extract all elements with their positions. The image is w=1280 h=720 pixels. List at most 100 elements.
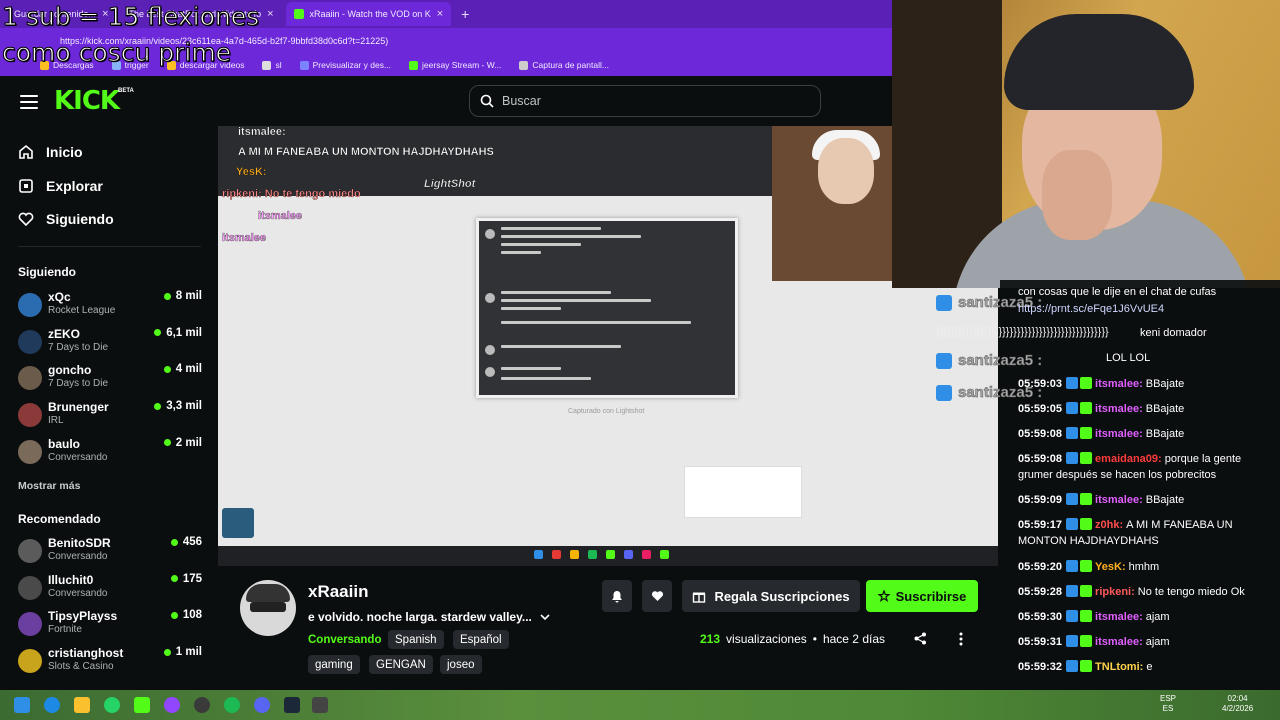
share-icon[interactable]	[914, 632, 927, 645]
chat-username[interactable]: itsmalee:	[1095, 494, 1143, 506]
separator: •	[812, 632, 817, 646]
sidebar-channel[interactable]: Brunenger IRL 3,3 mil	[18, 400, 204, 434]
whatsapp-icon[interactable]	[104, 697, 120, 713]
clock[interactable]: 02:04 4/2/2026	[1222, 694, 1253, 714]
live-dot-icon	[163, 648, 171, 656]
chevron-down-icon[interactable]	[540, 613, 550, 621]
tag-chip[interactable]: GENGAN	[369, 655, 433, 674]
edge-icon[interactable]	[44, 697, 60, 713]
chat-spam: }}}}}}}}}}}}}}}}}}}}}}}}}}}}}}}}}}}}}}}}…	[936, 326, 1109, 338]
nav-home[interactable]: Inicio	[18, 144, 83, 160]
bookmark-item[interactable]: Captura de pantall...	[519, 60, 609, 70]
new-tab-icon[interactable]: +	[455, 6, 475, 22]
search-box[interactable]	[469, 85, 821, 117]
channel-name[interactable]: xRaaiin	[308, 582, 368, 602]
chat-username[interactable]: ripkeni:	[1095, 586, 1135, 598]
app-icon[interactable]	[312, 697, 328, 713]
chat-link[interactable]: https://prnt.sc/eFqe1J6VvUE4	[1018, 301, 1266, 317]
video-chat-line: YesK:	[236, 166, 267, 178]
beta-label: BETA	[118, 88, 134, 94]
chat-username[interactable]: TNLtomi:	[1095, 661, 1143, 673]
channel-category: IRL	[48, 415, 64, 427]
nav-following[interactable]: Siguiendo	[18, 211, 114, 227]
tag-chip[interactable]: Spanish	[388, 630, 444, 649]
subscribe-button[interactable]: Suscribirse	[866, 580, 978, 612]
file-explorer-icon[interactable]	[74, 697, 90, 713]
sidebar-channel[interactable]: baulo Conversando 2 mil	[18, 437, 204, 471]
chrome-icon[interactable]	[164, 697, 180, 713]
badge-icon	[1066, 635, 1079, 647]
sidebar-channel[interactable]: TipsyPlayss Fortnite 108	[18, 609, 204, 643]
bookmark-item[interactable]: jeersay Stream - W...	[409, 60, 501, 70]
avatar	[18, 575, 42, 600]
chat-message: 05:59:31 itsmalee: ajam	[1018, 634, 1266, 650]
sidebar-channel[interactable]: Illuchit0 Conversando 175	[18, 573, 204, 607]
chat-username[interactable]: itsmalee:	[1095, 611, 1143, 623]
sidebar-channel[interactable]: goncho 7 Days to Die 4 mil	[18, 363, 204, 397]
channel-category: Slots & Casino	[48, 661, 114, 673]
close-icon[interactable]: ×	[267, 8, 273, 20]
video-player[interactable]: itsmalee: A MI M FANEABA UN MONTON HAJDH…	[218, 126, 998, 566]
nav-explore[interactable]: Explorar	[18, 178, 103, 194]
more-options-icon[interactable]	[958, 632, 964, 646]
spotify-icon[interactable]	[224, 697, 240, 713]
chat-username[interactable]: itsmalee:	[1095, 636, 1143, 648]
video-chat-line: A MI M FANEABA UN MONTON HAJDHAYDHAHS	[238, 146, 494, 158]
language-indicator[interactable]: ESP ES	[1160, 694, 1176, 714]
tag-chip[interactable]: Español	[453, 630, 509, 649]
notification-button[interactable]	[602, 580, 632, 612]
chat-message-text: keni domador	[1140, 327, 1207, 339]
badge-icon	[1080, 452, 1093, 464]
menu-icon[interactable]	[20, 95, 38, 109]
obs-icon[interactable]	[194, 697, 210, 713]
search-input[interactable]	[502, 94, 802, 108]
sidebar-channel[interactable]: xQc Rocket League 8 mil	[18, 290, 204, 324]
app-icon	[588, 550, 597, 559]
viewer-count-text: 456	[182, 536, 202, 548]
chat-username[interactable]: itsmalee:	[1095, 378, 1143, 390]
chat-message: 05:59:30 itsmalee: ajam	[1018, 609, 1266, 625]
steam-icon[interactable]	[284, 697, 300, 713]
tab-kick-vod[interactable]: xRaaiin - Watch the VOD on K ×	[285, 2, 452, 26]
lang-code: ESP	[1160, 694, 1177, 703]
tag-chip[interactable]: joseo	[440, 655, 482, 674]
channel-name: Illuchit0	[48, 572, 94, 587]
avatar	[18, 403, 42, 428]
sidebar-channel[interactable]: BenitoSDR Conversando 456	[18, 536, 204, 570]
chat-message-text: con cosas que le dije en el chat de cufa…	[1018, 286, 1217, 298]
live-dot-icon	[154, 329, 162, 337]
kick-logo[interactable]: KICK	[54, 86, 120, 116]
channel-avatar[interactable]	[240, 580, 296, 636]
show-more-link[interactable]: Mostrar más	[18, 480, 80, 492]
app-icon	[606, 550, 615, 559]
stream-overlay-text: 1 sub = 15 flexiones	[1, 2, 260, 32]
kick-app-icon[interactable]	[134, 697, 150, 713]
chat-text: BBajate	[1145, 494, 1185, 506]
chat-username[interactable]: z0hk:	[1095, 519, 1123, 531]
viewer-count: 456	[170, 536, 202, 548]
chat-timestamp: 05:59:08	[1018, 453, 1063, 465]
bookmark-item[interactable]: Previsualizar y des...	[299, 60, 391, 70]
close-icon[interactable]: ×	[437, 8, 443, 20]
sidebar-channel[interactable]: cristianghost Slots & Casino 1 mil	[18, 646, 204, 680]
chat-text: BBajate	[1145, 403, 1185, 415]
sidebar-channel[interactable]: zEKO 7 Days to Die 6,1 mil	[18, 327, 204, 361]
discord-icon[interactable]	[254, 697, 270, 713]
kick-favicon-icon	[293, 9, 304, 19]
views-count: 213	[700, 632, 721, 646]
tab-label: xRaaiin - Watch the VOD on K	[309, 9, 431, 19]
bookmark-item[interactable]: sl	[262, 60, 282, 70]
chat-username[interactable]: YesK:	[1095, 561, 1126, 573]
chat-username[interactable]: itsmalee:	[1095, 403, 1143, 415]
chat-badges	[1066, 518, 1093, 530]
chat-username[interactable]: emaidana09:	[1095, 453, 1162, 465]
chat-username[interactable]: itsmalee:	[1095, 428, 1143, 440]
badge-icon	[1066, 610, 1079, 622]
chat-badges	[1066, 635, 1093, 647]
tag-chip[interactable]: gaming	[308, 655, 360, 674]
follow-button[interactable]	[642, 580, 672, 612]
viewer-count-text: 175	[182, 572, 202, 585]
category-tag[interactable]: Conversando	[308, 630, 382, 649]
gift-subs-button[interactable]: Regala Suscripciones	[682, 580, 860, 612]
windows-start-icon[interactable]	[14, 697, 30, 713]
